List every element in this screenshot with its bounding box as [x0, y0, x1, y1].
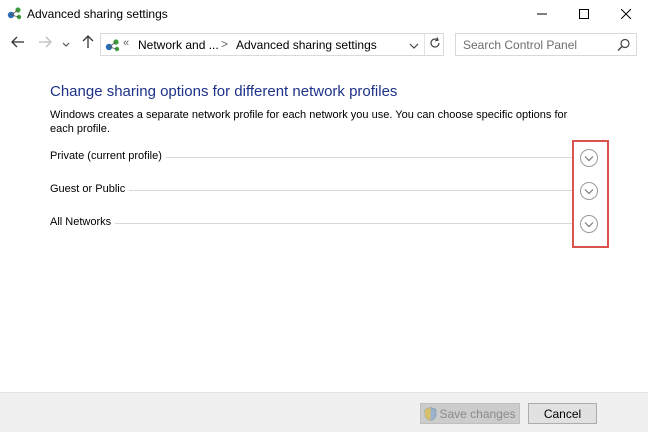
address-dropdown-button[interactable] [406, 35, 422, 54]
breadcrumb-advanced-sharing[interactable]: Advanced sharing settings [236, 38, 377, 52]
close-button[interactable] [606, 0, 646, 28]
cancel-button[interactable]: Cancel [528, 403, 597, 424]
arrow-up-icon [82, 34, 94, 54]
breadcrumb-separator[interactable]: > [221, 37, 228, 51]
close-icon [621, 9, 631, 19]
arrow-left-icon [11, 35, 25, 53]
search-input[interactable] [463, 37, 613, 52]
network-sharing-icon [7, 6, 23, 20]
maximize-button[interactable] [564, 0, 604, 28]
address-bar[interactable]: « Network and ... > Advanced sharing set… [100, 33, 444, 56]
profile-all-networks[interactable]: All Networks [50, 213, 610, 235]
footer-bar: Save changes Cancel [0, 392, 648, 432]
page-description: Windows creates a separate network profi… [50, 109, 568, 135]
search-box[interactable] [455, 33, 637, 56]
profile-label[interactable]: All Networks [50, 216, 116, 228]
minimize-button[interactable] [522, 0, 562, 28]
title-bar: Advanced sharing settings [0, 0, 648, 28]
highlight-annotation-box [572, 140, 609, 248]
search-icon[interactable] [616, 37, 632, 53]
address-overflow-button[interactable]: « [123, 37, 129, 49]
profile-guest-public[interactable]: Guest or Public [50, 180, 610, 202]
back-button[interactable] [8, 34, 28, 54]
page-title: Change sharing options for different net… [50, 83, 398, 100]
up-button[interactable] [78, 34, 98, 54]
arrow-right-icon [38, 35, 52, 53]
forward-button[interactable] [35, 34, 55, 54]
chevron-down-icon [62, 35, 70, 53]
save-changes-label: Save changes [439, 406, 516, 421]
network-sharing-icon [105, 38, 121, 52]
maximize-icon [579, 9, 589, 19]
profile-private[interactable]: Private (current profile) [50, 147, 610, 169]
save-changes-button[interactable]: Save changes [420, 403, 520, 424]
refresh-icon [429, 36, 441, 54]
profile-label[interactable]: Guest or Public [50, 183, 130, 195]
navigation-bar: « Network and ... > Advanced sharing set… [0, 28, 648, 62]
breadcrumb-network[interactable]: Network and ... [138, 38, 219, 52]
recent-locations-button[interactable] [59, 34, 73, 54]
profile-divider [50, 223, 572, 224]
profile-label[interactable]: Private (current profile) [50, 150, 166, 162]
refresh-button[interactable] [424, 34, 444, 55]
chevron-down-icon [409, 36, 419, 54]
uac-shield-icon [424, 406, 437, 421]
window-title: Advanced sharing settings [27, 7, 168, 21]
minimize-icon [537, 9, 547, 19]
